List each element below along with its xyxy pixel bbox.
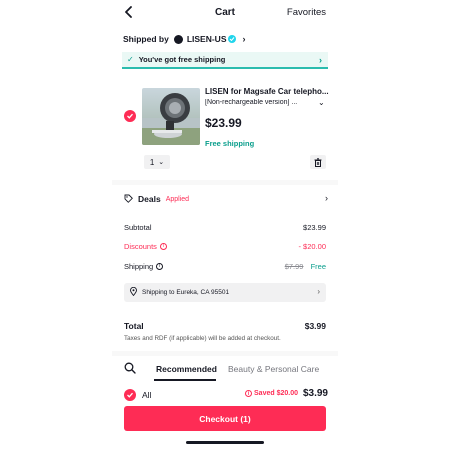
free-shipping-banner[interactable]: ✓ You've got free shipping › [122,52,328,69]
shop-logo [173,34,183,44]
shipping-row: Shipping i $7.99 Free [124,262,326,271]
total-value: $3.99 [304,321,326,331]
discounts-row[interactable]: Discounts i - $20.00 [124,242,326,251]
deals-label: Deals [138,194,161,204]
shipping-label: Shipping [124,262,154,271]
footer-total: $3.99 [302,388,328,399]
tag-icon [124,194,133,205]
shipping-original-price: $7.99 [284,262,304,271]
shipping-value: Free [310,262,326,271]
chevron-right-icon: › [325,193,328,203]
quantity-selector[interactable]: 1 ⌄ [144,155,170,169]
select-all-row: All i Saved $20.00 $3.99 [124,388,328,402]
subtotal-row: Subtotal $23.99 [124,223,326,232]
location-pin-icon [130,286,137,298]
info-icon[interactable]: i [156,263,164,270]
total-label: Total [124,321,144,331]
product-image[interactable] [142,88,200,145]
chevron-down-icon: ⌄ [158,159,165,166]
discounts-value: - $20.00 [298,242,326,251]
chevron-right-icon: › [319,55,322,65]
search-icon[interactable] [124,362,136,374]
checkout-button[interactable]: Checkout (1) [124,406,326,431]
header: Cart Favorites [112,0,338,26]
home-indicator [186,441,264,444]
shop-name: LISEN-US [186,34,227,44]
chevron-right-icon: › [242,34,246,44]
subtotal-value: $23.99 [303,223,326,232]
cart-screen: Cart Favorites Shipped by LISEN-US › ✓ Y… [112,0,338,450]
info-icon[interactable]: i [159,243,167,250]
check-icon: ✓ [127,55,134,64]
chevron-down-icon[interactable]: ⌄ [318,98,325,107]
item-select-checkbox[interactable] [124,110,136,122]
shop-header[interactable]: Shipped by LISEN-US › [123,33,245,45]
deals-row[interactable]: Deals Applied › [124,193,328,205]
info-icon: i [245,390,253,397]
discounts-label: Discounts [124,242,157,251]
product-shipping: Free shipping [205,139,255,148]
tax-note: Taxes and RDF (if applicable) will be ad… [124,335,281,342]
select-all-label[interactable]: All [142,390,151,400]
ship-to-text: Shipping to Eureka, CA 95501 [142,289,230,296]
subtotal-label: Subtotal [124,223,152,232]
tab-recommended[interactable]: Recommended [156,364,217,374]
verified-icon [228,35,237,43]
product-price: $23.99 [205,116,242,130]
quantity-value: 1 [149,157,155,167]
ship-to-address[interactable]: Shipping to Eureka, CA 95501 › [124,283,326,302]
select-all-checkbox[interactable] [124,389,136,401]
divider [112,180,338,185]
chevron-right-icon: › [317,287,320,296]
recommendation-tabs: Recommended Beauty & Personal Care [112,359,338,381]
active-tab-indicator [154,379,216,381]
free-shipping-text: You've got free shipping [138,55,226,64]
deals-status: Applied [165,195,190,203]
total-row: Total $3.99 [124,321,326,331]
shipped-by-label: Shipped by [123,34,169,44]
saved-text: Saved $20.00 [254,390,298,397]
tab-beauty-personal-care[interactable]: Beauty & Personal Care [228,364,319,374]
divider [112,351,338,356]
favorites-link[interactable]: Favorites [287,7,326,18]
product-variant[interactable]: [Non-rechargeable version] ... [205,99,317,106]
trash-icon[interactable] [310,155,326,169]
product-title[interactable]: LISEN for Magsafe Car telepho... [205,87,333,96]
saved-amount[interactable]: i Saved $20.00 [245,390,298,397]
